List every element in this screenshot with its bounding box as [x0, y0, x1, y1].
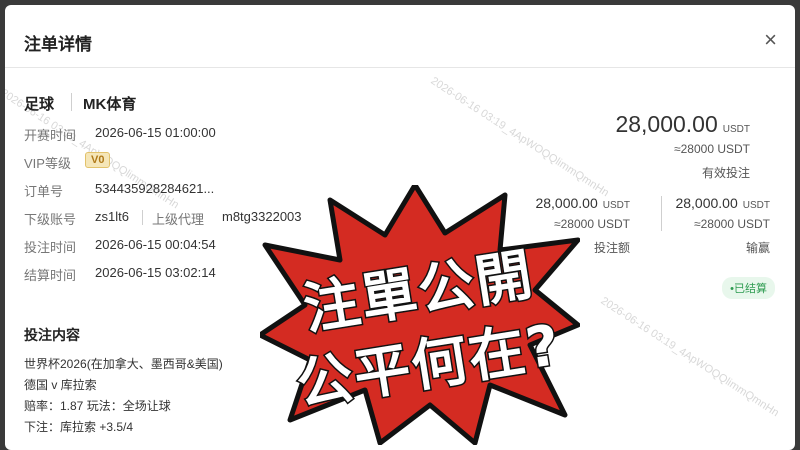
valid-bet-approx: ≈28000 USDT [674, 142, 750, 156]
settle-time-value: 2026-06-15 03:02:14 [95, 265, 216, 280]
start-time-label: 开赛时间 [24, 128, 77, 143]
bet-time-row: 投注时间 2026-06-15 00:04:54 [24, 237, 216, 256]
bet-content-line: 世界杯2026(在加拿大、墨西哥&美国) [24, 357, 223, 371]
valid-bet-amount: 28,000.00 USDT [615, 111, 750, 138]
divider [661, 196, 662, 231]
close-icon[interactable]: × [764, 27, 777, 53]
vip-badge: V0 [85, 152, 111, 168]
divider [142, 210, 143, 225]
burst-overlay: 注單公開 公平何在? [257, 182, 581, 446]
stake-label: 投注额 [593, 241, 630, 255]
bet-time-value: 2026-06-15 00:04:54 [95, 237, 216, 252]
winloss-unit: USDT [742, 200, 770, 211]
agent-label: 上级代理 [152, 212, 205, 227]
sub-account-value: zs1lt6 [95, 209, 129, 224]
vip-row: VIP等级 [24, 153, 71, 172]
vip-label: VIP等级 [24, 156, 71, 171]
sub-account-label: 下级账号 [24, 212, 77, 227]
venue-label: MK体育 [83, 96, 137, 113]
order-row: 订单号 534435928284621... [24, 181, 214, 200]
stake-unit: USDT [602, 200, 630, 211]
dialog-header: 注单详情 × [5, 5, 795, 68]
winloss-amount: 28,000.00 USDT [675, 195, 770, 211]
start-time-value: 2026-06-15 01:00:00 [95, 125, 216, 140]
bet-content-line: 德国 v 库拉索 [24, 378, 97, 392]
valid-bet-label: 有效投注 [701, 166, 750, 180]
bet-content-title: 投注内容 [24, 327, 80, 343]
winloss-label: 输赢 [745, 241, 770, 255]
watermark-text: 2026-06-16 03:19_4ApWOQQlimmQmnHn [598, 295, 781, 420]
account-row: 下级账号 zs1lt6 上级代理 m8tg3322003 [24, 209, 302, 228]
order-value: 534435928284621... [95, 181, 215, 196]
settle-time-row: 结算时间 2026-06-15 03:02:14 [24, 265, 216, 284]
winloss-amount-value: 28,000.00 [675, 195, 738, 211]
valid-bet-amount-value: 28,000.00 [615, 111, 718, 137]
bet-time-label: 投注时间 [24, 240, 77, 255]
status-badge: •已结算 [722, 277, 775, 299]
watermark-text: 2026-06-16 03:19_4ApWOQQlimmQmnHn [428, 75, 611, 200]
valid-bet-unit: USDT [722, 124, 750, 135]
order-label: 订单号 [24, 184, 64, 199]
winloss-approx: ≈28000 USDT [694, 217, 770, 231]
sport-label: 足球 [24, 96, 55, 113]
start-time-row: 开赛时间 2026-06-15 01:00:00 [24, 125, 216, 144]
dialog-title: 注单详情 [24, 35, 92, 54]
bet-content-line: 下注：库拉索 +3.5/4 [24, 420, 134, 434]
divider [71, 93, 72, 111]
settle-time-label: 结算时间 [24, 268, 77, 283]
bet-content-line: 赔率：1.87 玩法：全场让球 [24, 399, 171, 413]
